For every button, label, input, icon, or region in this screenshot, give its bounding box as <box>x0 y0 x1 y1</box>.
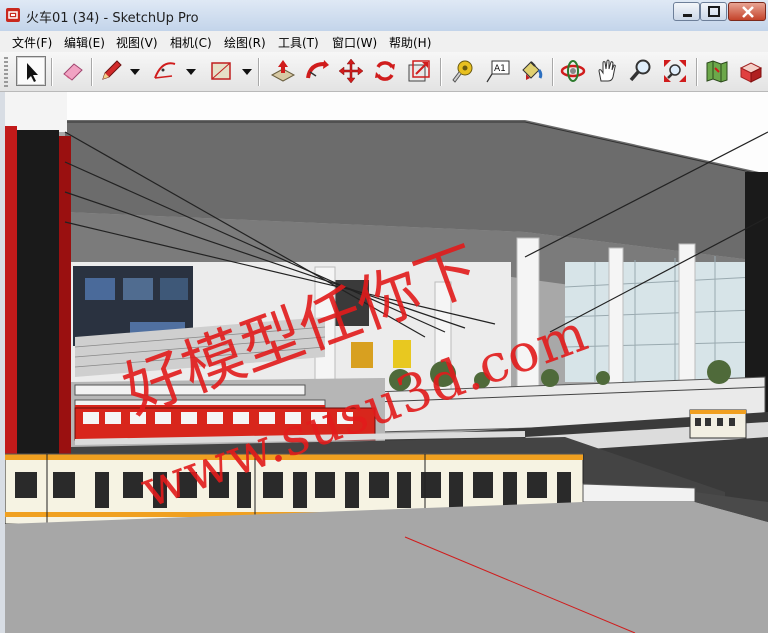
follow-me-tool-button[interactable] <box>302 56 332 86</box>
toolbar-separator <box>91 58 92 86</box>
toolbar-separator <box>258 58 259 86</box>
paint-bucket-icon <box>522 61 543 80</box>
minimize-icon <box>683 14 692 17</box>
pencil-icon <box>102 60 122 80</box>
move-tool-button[interactable] <box>336 56 366 86</box>
menu-draw[interactable]: 绘图(R) <box>224 34 266 51</box>
rectangle-tool-button[interactable] <box>206 56 236 86</box>
pan-tool-button[interactable] <box>592 56 622 86</box>
pencil-tool-button[interactable] <box>96 56 126 86</box>
zoom-tool-button[interactable] <box>626 56 656 86</box>
menu-edit[interactable]: 编辑(E) <box>64 34 105 51</box>
orbit-tool-button[interactable] <box>558 56 588 86</box>
component-box-icon <box>739 62 763 83</box>
zoom-extents-tool-button[interactable] <box>660 56 690 86</box>
arc-icon <box>154 62 176 79</box>
window-title: 火车01 (34) - SketchUp Pro <box>26 11 199 26</box>
arc-dropdown-chevron-icon[interactable] <box>186 69 196 75</box>
scale-icon <box>408 60 430 82</box>
maximize-icon <box>708 6 720 17</box>
warehouse-tool-button[interactable] <box>702 56 732 86</box>
menu-view[interactable]: 视图(V) <box>116 34 158 51</box>
menu-file[interactable]: 文件(F) <box>12 34 52 51</box>
eraser-icon <box>63 63 83 81</box>
zoom-extents-icon <box>664 60 686 82</box>
model-viewport[interactable]: 好模型任你下 www.susu3d.com <box>5 92 768 633</box>
rectangle-dropdown-chevron-icon[interactable] <box>242 69 252 75</box>
eraser-tool-button[interactable] <box>58 56 88 86</box>
tape-measure-icon <box>452 60 473 83</box>
text-label-icon: A1 <box>486 60 510 83</box>
scale-tool-button[interactable] <box>404 56 434 86</box>
menu-bar: 文件(F) 编辑(E) 视图(V) 相机(C) 绘图(R) 工具(T) 窗口(W… <box>0 31 768 53</box>
toolbar-separator <box>696 58 697 86</box>
menu-camera[interactable]: 相机(C) <box>170 34 212 51</box>
orbit-icon <box>560 60 586 82</box>
extension-tool-button[interactable] <box>736 56 766 86</box>
push-pull-icon <box>270 60 296 82</box>
magnifier-icon <box>629 59 651 82</box>
close-icon <box>742 6 754 18</box>
rectangle-icon <box>211 62 231 80</box>
text-tool-glyph: A1 <box>494 64 506 74</box>
toolbar-separator <box>51 58 52 86</box>
pencil-dropdown-chevron-icon[interactable] <box>130 69 140 75</box>
paint-bucket-tool-button[interactable] <box>516 56 546 86</box>
rotate-tool-button[interactable] <box>370 56 400 86</box>
title-bar[interactable]: 火车01 (34) - SketchUp Pro <box>0 0 768 32</box>
maximize-button[interactable] <box>700 2 727 21</box>
arrow-cursor-icon <box>27 63 38 82</box>
toolbar-separator <box>440 58 441 86</box>
rotate-icon <box>375 61 395 81</box>
menu-help[interactable]: 帮助(H) <box>389 34 431 51</box>
menu-tools[interactable]: 工具(T) <box>278 34 319 51</box>
main-toolbar: A1 <box>0 52 768 92</box>
push-pull-tool-button[interactable] <box>268 56 298 86</box>
move-arrows-icon <box>338 58 364 84</box>
hand-icon <box>598 59 616 82</box>
sketchup-logo-icon <box>6 8 20 22</box>
toolbar-separator <box>552 58 553 86</box>
menu-window[interactable]: 窗口(W) <box>332 34 377 51</box>
text-tool-button[interactable]: A1 <box>482 56 512 86</box>
follow-me-icon <box>306 60 329 79</box>
select-tool-button[interactable] <box>16 56 46 86</box>
tape-measure-tool-button[interactable] <box>448 56 478 86</box>
toolbar-grip[interactable] <box>4 57 8 87</box>
arc-tool-button[interactable] <box>150 56 180 86</box>
map-icon <box>706 60 728 83</box>
sketchup-window: 火车01 (34) - SketchUp Pro 文件(F) 编辑(E) 视图(… <box>0 0 768 633</box>
close-button[interactable] <box>728 2 766 21</box>
minimize-button[interactable] <box>673 2 700 21</box>
